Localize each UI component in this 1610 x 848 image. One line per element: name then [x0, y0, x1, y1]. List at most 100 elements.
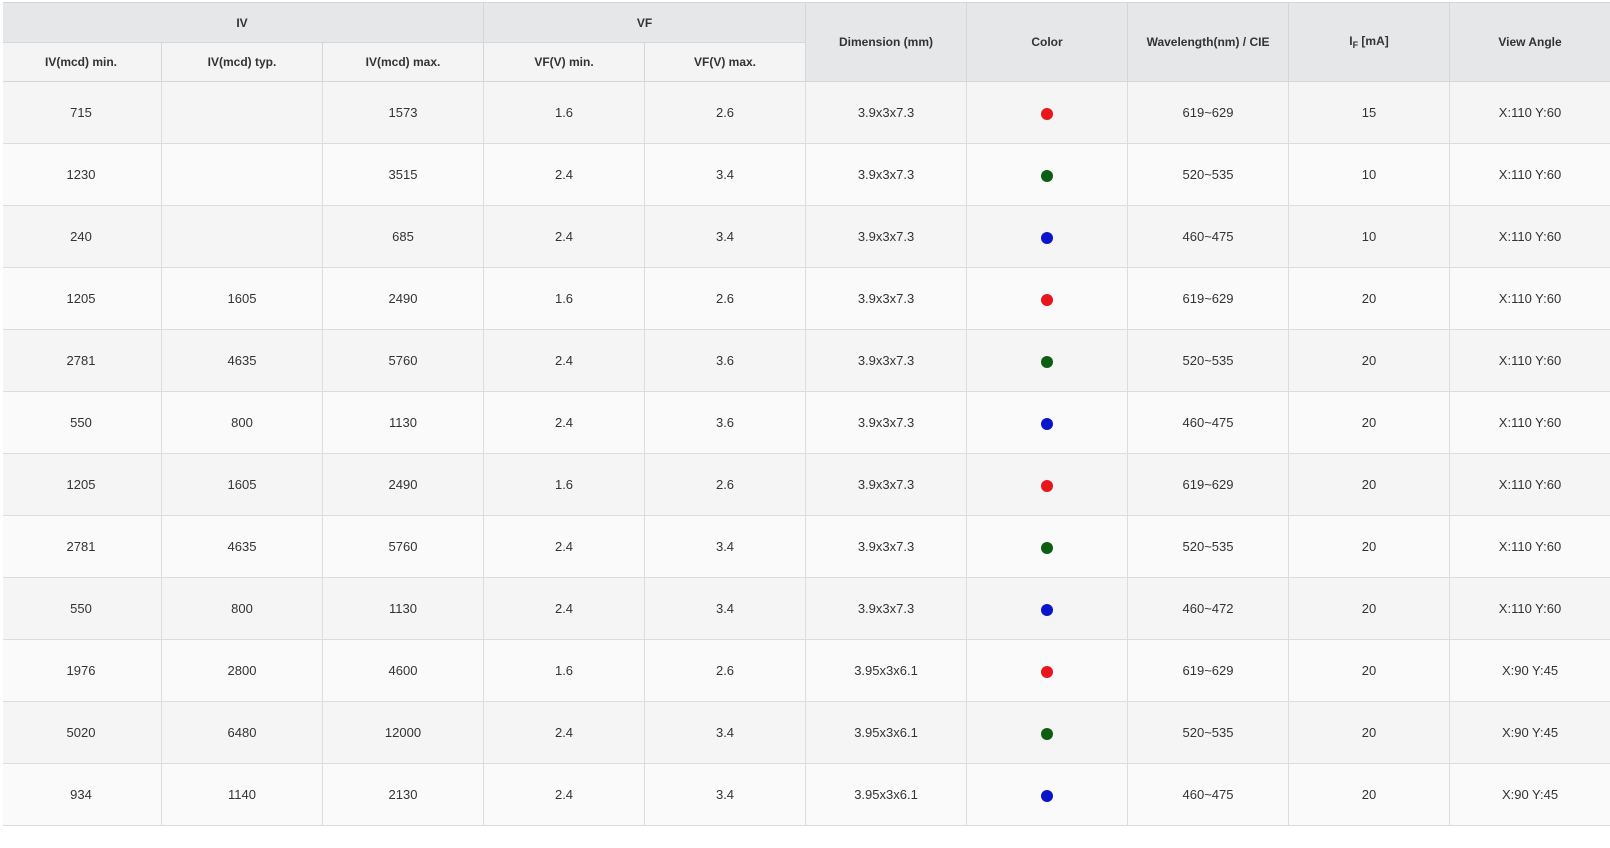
- red-color-dot-icon: [1041, 107, 1054, 120]
- iv-max-cell: 5760: [321, 329, 485, 392]
- vf-max-cell: 2.6: [644, 81, 807, 144]
- table-header: IV VF Dimension (mm) Color Wavelength(nm…: [0, 2, 1610, 82]
- table-row: 1205 1605 2490 1.6 2.6 3.9x3x7.3 619~629 20 X:11…: [0, 267, 1610, 330]
- vf-group-header: VF: [483, 2, 807, 43]
- dimension-cell: 3.9x3x7.3: [805, 453, 968, 516]
- vf-max-header: VF(V) max.: [644, 42, 807, 82]
- green-color-dot-icon: [1041, 169, 1054, 182]
- iv-max-cell: 1130: [321, 577, 485, 640]
- view-angle-cell: X:90 Y:45: [1449, 763, 1610, 826]
- view-angle-cell: X:110 Y:60: [1449, 515, 1610, 578]
- dimension-cell: 3.9x3x7.3: [805, 329, 968, 392]
- red-color-dot-icon: [1041, 665, 1054, 678]
- iv-min-cell: 934: [0, 763, 162, 826]
- color-header: Color: [966, 2, 1129, 82]
- forward-current-cell: 20: [1288, 515, 1451, 578]
- wavelength-cell: 460~475: [1127, 391, 1290, 454]
- forward-current-cell: 15: [1288, 81, 1451, 144]
- wavelength-cell: 520~535: [1127, 701, 1290, 764]
- iv-min-cell: 5020: [0, 701, 162, 764]
- iv-typ-cell: 1605: [161, 453, 323, 516]
- blue-color-dot-icon: [1041, 231, 1054, 244]
- iv-typ-cell: 1605: [161, 267, 323, 330]
- wavelength-cell: 619~629: [1127, 267, 1290, 330]
- forward-current-cell: 10: [1288, 205, 1451, 268]
- forward-current-cell: 10: [1288, 143, 1451, 206]
- forward-current-cell: 20: [1288, 453, 1451, 516]
- table-row: 5020 6480 12000 2.4 3.4 3.95x3x6.1 520~535 20 X:…: [0, 701, 1610, 764]
- vf-min-cell: 2.4: [483, 701, 646, 764]
- forward-current-cell: 20: [1288, 701, 1451, 764]
- iv-typ-header: IV(mcd) typ.: [161, 42, 323, 82]
- table-body: 715 1573 1.6 2.6 3.9x3x7.3 619~629 15 X:110 Y:6…: [0, 81, 1610, 826]
- wavelength-cell: 460~475: [1127, 763, 1290, 826]
- forward-current-unit: [mA]: [1358, 34, 1389, 48]
- iv-min-header: IV(mcd) min.: [0, 42, 162, 82]
- forward-current-cell: 20: [1288, 267, 1451, 330]
- iv-max-cell: 12000: [321, 701, 485, 764]
- wavelength-cell: 619~629: [1127, 81, 1290, 144]
- vf-max-cell: 3.4: [644, 515, 807, 578]
- vf-min-cell: 1.6: [483, 453, 646, 516]
- vf-max-cell: 2.6: [644, 267, 807, 330]
- iv-typ-cell: 800: [161, 577, 323, 640]
- blue-color-dot-icon: [1041, 417, 1054, 430]
- iv-min-cell: 1205: [0, 453, 162, 516]
- table-row: 934 1140 2130 2.4 3.4 3.95x3x6.1 460~475 20 X:90…: [0, 763, 1610, 826]
- vf-min-cell: 1.6: [483, 267, 646, 330]
- wavelength-header: Wavelength(nm) / CIE: [1127, 2, 1290, 82]
- vf-min-cell: 2.4: [483, 577, 646, 640]
- view-angle-header: View Angle: [1449, 2, 1610, 82]
- green-color-dot-icon: [1041, 355, 1054, 368]
- green-color-dot-icon: [1041, 541, 1054, 554]
- view-angle-cell: X:110 Y:60: [1449, 81, 1610, 144]
- dimension-cell: 3.9x3x7.3: [805, 143, 968, 206]
- iv-max-cell: 3515: [321, 143, 485, 206]
- dimension-cell: 3.9x3x7.3: [805, 577, 968, 640]
- vf-min-cell: 1.6: [483, 639, 646, 702]
- color-cell: [966, 329, 1129, 392]
- iv-min-cell: 1205: [0, 267, 162, 330]
- dimension-cell: 3.9x3x7.3: [805, 391, 968, 454]
- vf-max-cell: 3.4: [644, 763, 807, 826]
- table-row: 2781 4635 5760 2.4 3.6 3.9x3x7.3 520~535 20 X:11…: [0, 329, 1610, 392]
- iv-group-header: IV: [0, 2, 485, 43]
- dimension-cell: 3.9x3x7.3: [805, 205, 968, 268]
- forward-current-cell: 20: [1288, 763, 1451, 826]
- forward-current-header: IF [mA]: [1288, 2, 1451, 82]
- vf-max-cell: 3.6: [644, 391, 807, 454]
- color-cell: [966, 763, 1129, 826]
- color-cell: [966, 205, 1129, 268]
- color-cell: [966, 143, 1129, 206]
- table-row: 1976 2800 4600 1.6 2.6 3.95x3x6.1 619~629 20 X:9…: [0, 639, 1610, 702]
- iv-typ-cell: 1140: [161, 763, 323, 826]
- iv-max-cell: 1573: [321, 81, 485, 144]
- wavelength-cell: 460~472: [1127, 577, 1290, 640]
- vf-max-cell: 2.6: [644, 453, 807, 516]
- vf-min-cell: 2.4: [483, 763, 646, 826]
- iv-min-cell: 1976: [0, 639, 162, 702]
- color-cell: [966, 453, 1129, 516]
- iv-max-header: IV(mcd) max.: [321, 42, 485, 82]
- vf-min-cell: 2.4: [483, 329, 646, 392]
- forward-current-cell: 20: [1288, 577, 1451, 640]
- dimension-cell: 3.95x3x6.1: [805, 763, 968, 826]
- iv-typ-cell: 800: [161, 391, 323, 454]
- vf-max-cell: 3.4: [644, 143, 807, 206]
- table-row: 2781 4635 5760 2.4 3.4 3.9x3x7.3 520~535 20 X:11…: [0, 515, 1610, 578]
- vf-max-cell: 3.4: [644, 577, 807, 640]
- vf-max-cell: 2.6: [644, 639, 807, 702]
- forward-current-cell: 20: [1288, 329, 1451, 392]
- forward-current-cell: 20: [1288, 391, 1451, 454]
- view-angle-cell: X:90 Y:45: [1449, 639, 1610, 702]
- color-cell: [966, 391, 1129, 454]
- iv-typ-cell: 4635: [161, 329, 323, 392]
- view-angle-cell: X:110 Y:60: [1449, 205, 1610, 268]
- iv-max-cell: 2130: [321, 763, 485, 826]
- color-cell: [966, 267, 1129, 330]
- blue-color-dot-icon: [1041, 789, 1054, 802]
- iv-max-cell: 2490: [321, 267, 485, 330]
- vf-min-cell: 2.4: [483, 205, 646, 268]
- wavelength-cell: 460~475: [1127, 205, 1290, 268]
- dimension-cell: 3.95x3x6.1: [805, 701, 968, 764]
